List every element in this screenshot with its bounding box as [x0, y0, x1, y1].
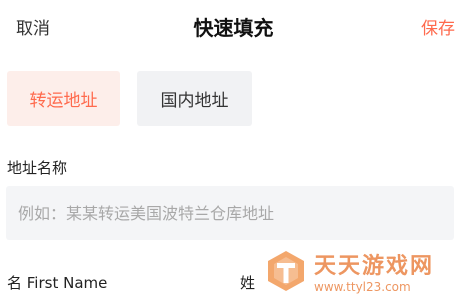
address-name-input[interactable]: [6, 203, 454, 223]
watermark-title: 天天游戏网: [314, 254, 435, 279]
header-bar: 取消 快速填充 保存: [0, 0, 467, 52]
save-button[interactable]: 保存: [421, 14, 455, 39]
watermark: 天天游戏网 www.ttyl23.com: [264, 244, 464, 298]
watermark-logo-icon: [268, 251, 304, 291]
first-name-label: 名 First Name: [7, 274, 108, 292]
address-name-label: 地址名称: [7, 159, 68, 177]
page-title: 快速填充: [193, 16, 274, 40]
address-type-forwarding-button[interactable]: 转运地址: [7, 71, 120, 126]
last-name-label: 姓: [240, 274, 256, 292]
address-type-domestic-button[interactable]: 国内地址: [137, 71, 252, 126]
watermark-url: www.ttyl23.com: [314, 280, 411, 294]
address-name-field[interactable]: [6, 186, 454, 240]
